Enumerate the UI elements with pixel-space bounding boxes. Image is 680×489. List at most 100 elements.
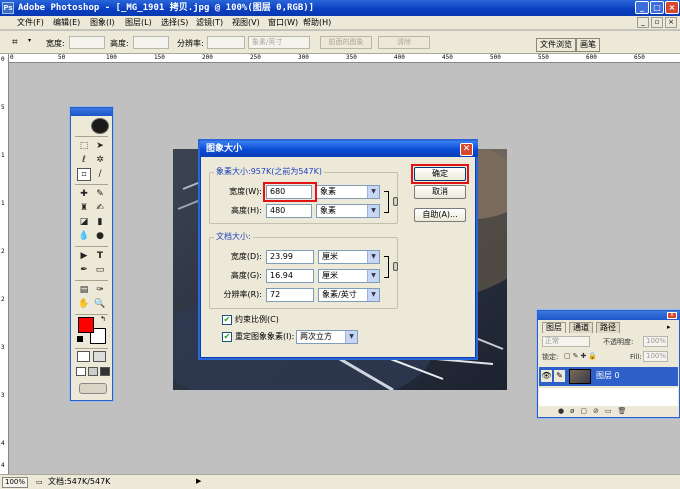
screen-mode-full-icon[interactable] bbox=[100, 367, 110, 376]
notes-tool-icon[interactable]: ▤ bbox=[77, 284, 91, 297]
pen-tool-icon[interactable]: ✒ bbox=[77, 264, 91, 277]
option-unit-select[interactable]: 象素/英寸 bbox=[248, 36, 310, 49]
ruler-label: 0 bbox=[10, 54, 14, 61]
constrain-proportions-checkbox[interactable]: ✔ bbox=[222, 315, 232, 325]
doc-width-unit-select[interactable]: 厘米 ▼ bbox=[318, 250, 380, 264]
zoom-field[interactable]: 100% bbox=[2, 477, 28, 488]
move-tool-icon[interactable]: ➤ bbox=[93, 140, 107, 153]
toolbox[interactable]: ⬚ ➤ ℓ ✲ ⌗ ∕ ✚ ✎ ♜ ✍ ◪ ▮ 💧 ● ▶ T ✒ ▭ ▤ ✑ … bbox=[70, 107, 113, 401]
menu-layer[interactable]: 图层(L) bbox=[125, 17, 152, 29]
pixel-height-input[interactable]: 480 bbox=[266, 204, 312, 218]
doc-width-input[interactable]: 23.99 bbox=[266, 250, 314, 264]
ruler-label: 450 bbox=[442, 54, 453, 61]
type-tool-icon[interactable]: T bbox=[93, 250, 107, 263]
chevron-down-icon: ▼ bbox=[367, 205, 379, 217]
menu-filter[interactable]: 滤镜(T) bbox=[196, 17, 223, 29]
toolbox-header[interactable] bbox=[71, 108, 112, 116]
standard-mode-icon[interactable] bbox=[77, 351, 90, 362]
option-resolution-input[interactable] bbox=[207, 36, 245, 49]
hand-tool-icon[interactable]: ✋ bbox=[77, 298, 91, 311]
close-button[interactable]: × bbox=[665, 1, 679, 14]
foreground-color-swatch[interactable] bbox=[78, 317, 94, 333]
menu-edit[interactable]: 编辑(E) bbox=[53, 17, 80, 29]
menu-view[interactable]: 视图(V) bbox=[232, 17, 260, 29]
path-selection-tool-icon[interactable]: ▶ bbox=[77, 250, 91, 263]
tab-layers[interactable]: 图层 bbox=[542, 322, 566, 333]
menu-select[interactable]: 选择(S) bbox=[161, 17, 188, 29]
front-image-button[interactable]: 前面的图象 bbox=[320, 36, 372, 49]
pixel-width-unit-select[interactable]: 象素 ▼ bbox=[316, 185, 380, 199]
tab-brushes[interactable]: 画笔 bbox=[576, 38, 600, 52]
quick-mask-mode-icon[interactable] bbox=[93, 351, 106, 362]
fill-input[interactable]: 100% bbox=[643, 351, 668, 362]
pixel-height-unit-select[interactable]: 象素 ▼ bbox=[316, 204, 380, 218]
menu-help[interactable]: 帮助(H) bbox=[303, 17, 331, 29]
gradient-tool-icon[interactable]: ▮ bbox=[93, 216, 107, 229]
clear-button[interactable]: 清除 bbox=[378, 36, 430, 49]
separator bbox=[75, 184, 108, 185]
adobe-online-icon[interactable] bbox=[91, 118, 109, 134]
ruler-label: 1 bbox=[1, 200, 5, 207]
doc-height-unit-select[interactable]: 厘米 ▼ bbox=[318, 269, 380, 283]
panel-close-icon[interactable]: x bbox=[667, 312, 677, 319]
layer-actions-icons[interactable]: ●ø▢⊘▭🗑 bbox=[558, 407, 632, 415]
marquee-tool-icon[interactable]: ⬚ bbox=[77, 140, 91, 153]
menu-window[interactable]: 窗口(W) bbox=[268, 17, 298, 29]
dialog-close-icon[interactable]: ✕ bbox=[460, 143, 473, 156]
doc-info-icon: ▭ bbox=[36, 478, 43, 486]
lock-icons[interactable]: ▢✎✚🔒 bbox=[564, 352, 599, 360]
constrain-proportions-label: 约束比例(C) bbox=[235, 315, 279, 324]
status-menu-icon[interactable]: ▶ bbox=[196, 477, 201, 485]
brush-tool-icon[interactable]: ✎ bbox=[93, 188, 107, 201]
resolution-unit-select[interactable]: 象素/英寸 ▼ bbox=[318, 288, 380, 302]
eye-icon[interactable]: 👁 bbox=[541, 370, 552, 382]
menu-image[interactable]: 图象(I) bbox=[90, 17, 115, 29]
eyedropper-tool-icon[interactable]: ✑ bbox=[93, 284, 107, 297]
doc-height-input[interactable]: 16.94 bbox=[266, 269, 314, 283]
blur-tool-icon[interactable]: 💧 bbox=[77, 230, 91, 243]
maximize-button[interactable]: □ bbox=[650, 1, 664, 14]
screen-mode-full-menu-icon[interactable] bbox=[88, 367, 98, 376]
resolution-input[interactable]: 72 bbox=[266, 288, 314, 302]
eraser-tool-icon[interactable]: ◪ bbox=[77, 216, 91, 229]
layer-row[interactable]: 👁 ✎ 图层 0 bbox=[539, 367, 678, 386]
resample-method-text: 两次立方 bbox=[300, 332, 332, 341]
crop-tool-icon[interactable]: ⌗ bbox=[12, 36, 26, 49]
menu-file[interactable]: 文件(F) bbox=[17, 17, 44, 29]
minimize-button[interactable]: _ bbox=[635, 1, 649, 14]
dodge-tool-icon[interactable]: ● bbox=[93, 230, 107, 243]
shape-tool-icon[interactable]: ▭ bbox=[93, 264, 107, 277]
panel-menu-icon[interactable]: ▸ bbox=[667, 323, 671, 331]
auto-button[interactable]: 自助(A)... bbox=[414, 208, 466, 222]
opacity-input[interactable]: 100% bbox=[643, 336, 668, 347]
tab-paths[interactable]: 路径 bbox=[596, 322, 620, 333]
magic-wand-tool-icon[interactable]: ✲ bbox=[93, 154, 107, 167]
doc-info-text: 文档:547K/547K bbox=[48, 477, 111, 486]
doc-minimize-button[interactable]: _ bbox=[637, 17, 649, 28]
tab-file-browser[interactable]: 文件浏览 bbox=[536, 38, 576, 52]
crop-tool-icon[interactable]: ⌗ bbox=[77, 168, 91, 181]
default-colors-icon[interactable] bbox=[77, 336, 83, 342]
ruler-label: 5 bbox=[1, 104, 5, 111]
doc-close-button[interactable]: × bbox=[665, 17, 677, 28]
separator bbox=[75, 246, 108, 247]
swap-colors-icon[interactable]: ↰ bbox=[100, 315, 106, 323]
screen-mode-standard-icon[interactable] bbox=[76, 367, 86, 376]
option-height-input[interactable] bbox=[133, 36, 169, 49]
blend-mode-select[interactable]: 正常 bbox=[542, 336, 590, 347]
panel-header[interactable] bbox=[538, 311, 679, 320]
doc-restore-button[interactable]: ▫ bbox=[651, 17, 663, 28]
slice-tool-icon[interactable]: ∕ bbox=[93, 168, 107, 181]
cancel-button[interactable]: 取消 bbox=[414, 185, 466, 199]
jump-to-imageready-icon[interactable] bbox=[79, 383, 107, 394]
option-width-input[interactable] bbox=[69, 36, 105, 49]
resample-image-checkbox[interactable]: ✔ bbox=[222, 332, 232, 342]
lasso-tool-icon[interactable]: ℓ bbox=[77, 154, 91, 167]
tool-preset-dropdown-icon[interactable]: ▾ bbox=[28, 37, 31, 44]
tab-channels[interactable]: 通道 bbox=[569, 322, 593, 333]
healing-brush-tool-icon[interactable]: ✚ bbox=[77, 188, 91, 201]
resample-method-select[interactable]: 两次立方 ▼ bbox=[296, 330, 358, 344]
clone-stamp-tool-icon[interactable]: ♜ bbox=[77, 202, 91, 215]
zoom-tool-icon[interactable]: 🔍 bbox=[93, 298, 107, 311]
history-brush-tool-icon[interactable]: ✍ bbox=[93, 202, 107, 215]
